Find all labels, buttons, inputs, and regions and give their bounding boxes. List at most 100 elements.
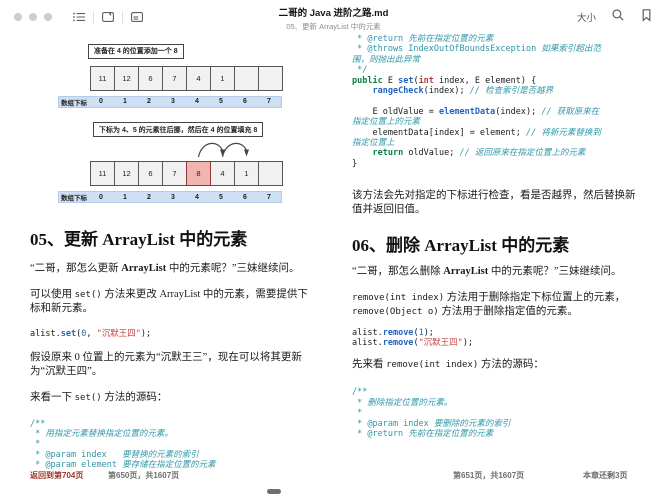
- array-cell: 1: [234, 161, 259, 186]
- window-minimize-button[interactable]: [29, 13, 37, 21]
- text-segment: remove(int index): [386, 360, 478, 370]
- text-segment: 方法的源码：: [102, 392, 168, 403]
- section-heading-06: 06、删除 ArrayList 中的元素: [352, 231, 641, 256]
- chapter-subtitle: 05、更新 ArrayList 中的元素: [279, 21, 389, 32]
- code-line: 指定位置上: [352, 138, 641, 148]
- array-cell: [234, 66, 259, 91]
- bookmark-page-icon[interactable]: [101, 10, 115, 24]
- window-zoom-button[interactable]: [44, 13, 52, 21]
- notes-panel-icon[interactable]: [130, 10, 144, 24]
- array-cells: 111267841: [90, 161, 317, 186]
- code-line: alist.remove("沉默王四");: [352, 338, 641, 348]
- code-line: 指定位置上的元素: [352, 117, 641, 127]
- toolbar-divider: [122, 11, 123, 24]
- code-line: /**: [352, 387, 641, 397]
- array-cell: 1: [210, 66, 235, 91]
- window-controls[interactable]: [14, 13, 52, 21]
- toolbar-divider: [93, 11, 94, 24]
- array-cell: 7: [162, 66, 187, 91]
- code-line: /**: [30, 419, 317, 429]
- index-cell: 2: [137, 194, 161, 201]
- code-line: * 用指定元素替换指定位置的元素。: [30, 429, 317, 439]
- diagram-caption: 准备在 4 的位置添加一个 8: [88, 44, 184, 59]
- page-right: * @return 先前在指定位置的元素 * @throws IndexOutO…: [352, 34, 641, 439]
- array-cell: [258, 161, 283, 186]
- index-row-label: 数组下标: [59, 97, 89, 107]
- code-remove-calls: alist.remove(1);alist.remove("沉默王四");: [352, 328, 641, 349]
- text-segment: 方法的源码：: [478, 359, 544, 370]
- array-cell: 12: [114, 161, 139, 186]
- paragraph: 该方法会先对指定的下标进行检查，看是否越界，然后替换新值并返回旧值。: [352, 189, 641, 217]
- index-cell: 3: [161, 98, 185, 105]
- paragraph: 先来看 remove(int index) 方法的源码：: [352, 358, 641, 372]
- text-segment: 中的元素呢？”三妹继续问。: [166, 263, 299, 274]
- index-cell: 2: [137, 98, 161, 105]
- text-segment: ArrayList: [443, 266, 488, 277]
- index-cell: 5: [209, 98, 233, 105]
- right-page-number: 第651页，共1607页: [453, 470, 524, 481]
- toc-icon[interactable]: [72, 10, 86, 24]
- document-title: 二哥的 Java 进阶之路.md: [279, 5, 389, 19]
- code-line: *: [30, 439, 317, 449]
- bookmark-icon[interactable]: [640, 8, 653, 27]
- index-cell: 1: [113, 98, 137, 105]
- code-line: * @throws IndexOutOfBoundsException 如果索引…: [352, 44, 641, 54]
- code-set-call: alist.set(0, "沉默王四");: [30, 329, 317, 339]
- text-segment: 先来看: [352, 359, 386, 370]
- back-to-page-link[interactable]: 返回到第704页: [30, 470, 83, 481]
- paragraph: 假设原来 0 位置上的元素为“沉默王三”，现在可以将其更新为“沉默王四”。: [30, 351, 317, 379]
- array-cell: 6: [138, 66, 163, 91]
- code-set-implementation: * @return 先前在指定位置的元素 * @throws IndexOutO…: [352, 34, 641, 169]
- index-cell: 6: [233, 194, 257, 201]
- text-segment: 假设原来 0 位置上的元素为“沉默王三”，现在可以将其更新为“沉默王四”。: [30, 352, 302, 377]
- paragraph: “二哥，那怎么删除 ArrayList 中的元素呢？”三妹继续问。: [352, 265, 641, 279]
- code-set-javadoc: /** * 用指定元素替换指定位置的元素。 * * @param index 要…: [30, 419, 317, 471]
- font-size-button[interactable]: 大小: [577, 10, 596, 24]
- page-left: 准备在 4 的位置添加一个 8 11126741 数组下标 01234567 下…: [30, 40, 317, 471]
- diagram-shift-elements: 下标为 4、5 的元素往后挪，然后在 4 的位置填充 8 111267841 数…: [30, 119, 317, 204]
- index-cell: 5: [209, 194, 233, 201]
- array-cell: 6: [138, 161, 163, 186]
- code-line: * @param index 要替换的元素的索引: [30, 450, 317, 460]
- paragraph: remove(int index) 方法用于删除指定下标位置上的元素，remov…: [352, 291, 641, 319]
- text-segment: remove(Object o): [352, 307, 439, 317]
- index-cell: 0: [89, 98, 113, 105]
- text-segment: 方法用于删除指定值的元素。: [439, 306, 578, 317]
- array-index-row: 数组下标 01234567: [58, 191, 282, 203]
- document-title-block: 二哥的 Java 进阶之路.md 05、更新 ArrayList 中的元素: [279, 5, 389, 32]
- array-cell: 4: [186, 66, 211, 91]
- code-line: rangeCheck(index); // 检查索引是否越界: [352, 86, 641, 96]
- index-cell: 4: [185, 194, 209, 201]
- index-cell: 3: [161, 194, 185, 201]
- code-remove-javadoc: /** * 删除指定位置的元素。 * * @param index 要删除的元素…: [352, 387, 641, 439]
- code-line: 围，则抛出此异常: [352, 55, 641, 65]
- index-cell: 7: [257, 98, 281, 105]
- index-row-label: 数组下标: [59, 192, 89, 202]
- array-cell: 4: [210, 161, 235, 186]
- text-segment: “二哥，那怎么删除: [352, 266, 443, 277]
- window-close-button[interactable]: [14, 13, 22, 21]
- text-segment: 中的元素呢？”三妹继续问。: [488, 266, 621, 277]
- array-cell: 12: [114, 66, 139, 91]
- text-segment: 来看一下: [30, 392, 75, 403]
- code-line: alist.set(0, "沉默王四");: [30, 329, 317, 339]
- text-segment: ArrayList: [121, 263, 166, 274]
- code-line: * @param index 要删除的元素的索引: [352, 419, 641, 429]
- code-line: * @return 先前在指定位置的元素: [352, 429, 641, 439]
- reader-window: 二哥的 Java 进阶之路.md 05、更新 ArrayList 中的元素 大小…: [0, 0, 667, 500]
- array-cells: 11126741: [90, 66, 317, 91]
- paragraph: 可以使用 set() 方法来更改 ArrayList 中的元素，需要提供下标和新…: [30, 288, 317, 316]
- diagram-add-element: 准备在 4 的位置添加一个 8 11126741 数组下标 01234567: [30, 40, 317, 108]
- array-index-row: 数组下标 01234567: [58, 96, 282, 108]
- scroll-indicator[interactable]: [267, 489, 281, 494]
- array-cell: 11: [90, 66, 115, 91]
- shift-arrows: [90, 137, 290, 161]
- text-segment: 方法用于删除指定下标位置上的元素，: [444, 292, 625, 303]
- code-line: *: [352, 408, 641, 418]
- search-icon[interactable]: [611, 8, 625, 27]
- text-segment: 可以使用: [30, 289, 75, 300]
- code-line: * @return 先前在指定位置的元素: [352, 34, 641, 44]
- title-bar: 二哥的 Java 进阶之路.md 05、更新 ArrayList 中的元素 大小: [0, 0, 667, 34]
- code-line: public E set(int index, E element) {: [352, 76, 641, 86]
- array-cell-highlighted: 8: [186, 161, 211, 186]
